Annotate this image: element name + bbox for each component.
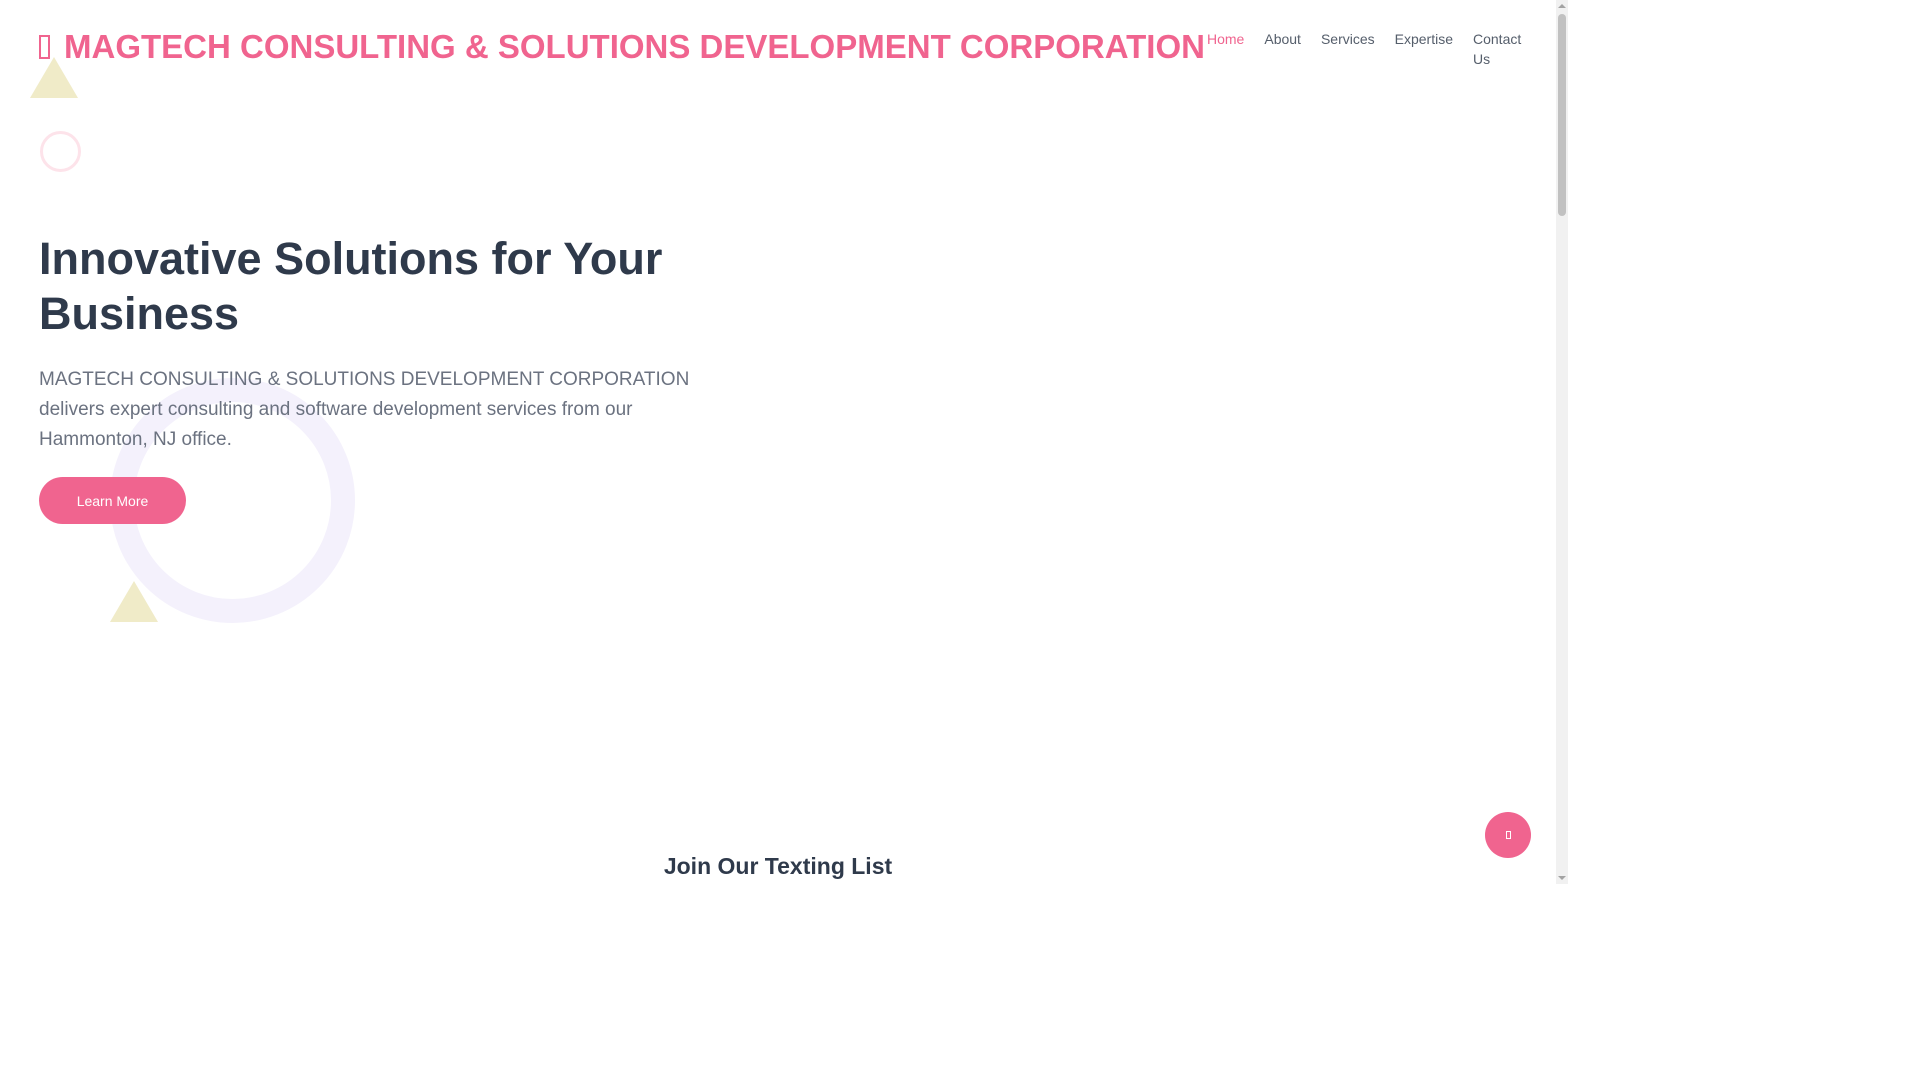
nav-expertise[interactable]: Expertise bbox=[1395, 29, 1453, 69]
hero-description: MAGTECH CONSULTING & SOLUTIONS DEVELOPME… bbox=[39, 369, 690, 450]
square-icon bbox=[39, 35, 50, 59]
texting-list-title: Join Our Texting List bbox=[663, 853, 893, 879]
site-title: MAGTECH CONSULTING & SOLUTIONS DEVELOPME… bbox=[64, 28, 1205, 65]
nav-home[interactable]: Home bbox=[1207, 29, 1244, 69]
chat-icon bbox=[1505, 831, 1511, 839]
circle-decoration bbox=[40, 131, 81, 172]
floating-chat-button[interactable] bbox=[1485, 812, 1531, 858]
scroll-down-arrow[interactable] bbox=[1556, 872, 1568, 884]
triangle-decoration bbox=[30, 57, 78, 98]
scrollbar[interactable] bbox=[1556, 0, 1568, 884]
scrollbar-thumb[interactable] bbox=[1558, 14, 1566, 216]
nav-about[interactable]: About bbox=[1264, 29, 1301, 69]
triangle-decoration bbox=[110, 581, 158, 622]
nav-contact-us[interactable]: Contact Us bbox=[1473, 29, 1523, 69]
main-nav: Home About Services Expertise Contact Us bbox=[1207, 29, 1523, 69]
scroll-up-arrow[interactable] bbox=[1556, 0, 1568, 12]
site-logo[interactable]: MAGTECH CONSULTING & SOLUTIONS DEVELOPME… bbox=[39, 28, 1205, 66]
hero-title: Innovative Solutions for Your Business bbox=[39, 233, 663, 339]
nav-services[interactable]: Services bbox=[1321, 29, 1375, 69]
learn-more-button[interactable]: Learn More bbox=[39, 477, 186, 524]
